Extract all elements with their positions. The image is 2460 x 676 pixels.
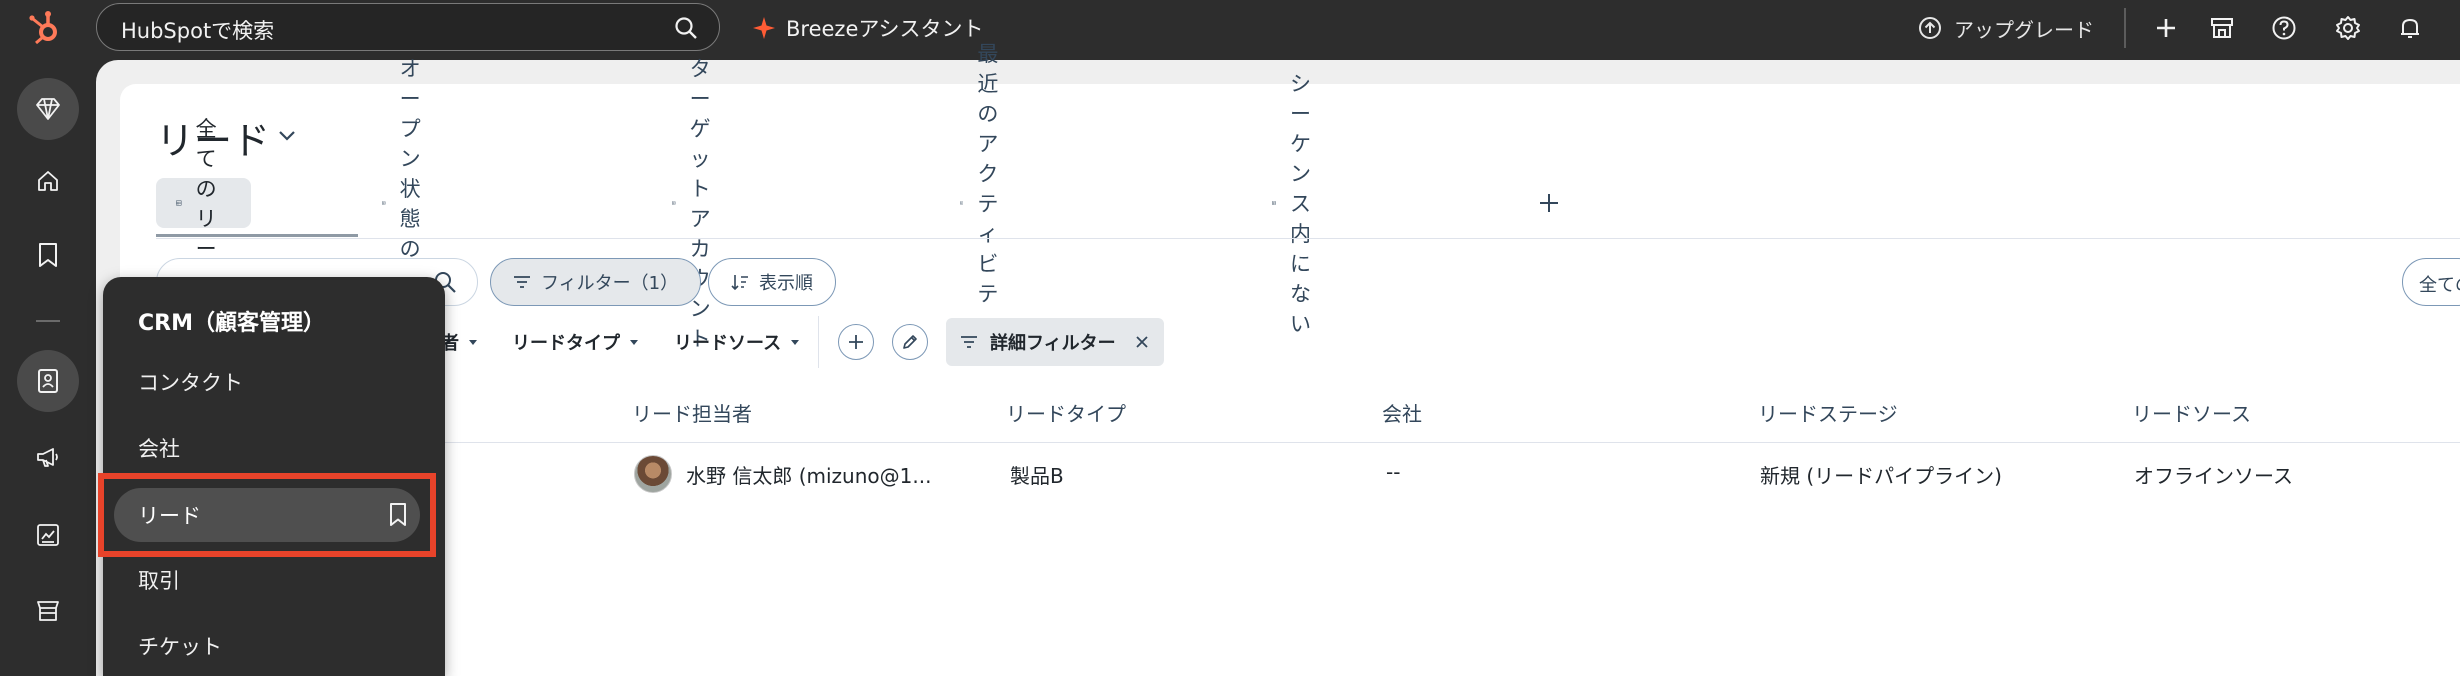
breeze-sparkle-icon [753, 17, 775, 39]
bookmark-icon [39, 243, 57, 267]
flyout-item-tickets[interactable]: チケット [138, 631, 222, 661]
reports-icon [37, 524, 59, 546]
flyout-item-leads-label: リード [138, 504, 201, 528]
advanced-filter-chip[interactable]: 詳細フィルター [946, 318, 1164, 366]
table-row-company: -- [1386, 460, 1401, 484]
breeze-assistant-button[interactable]: Breezeアシスタント [752, 12, 984, 44]
table-view-icon [672, 201, 676, 205]
rail-bookmarks-button[interactable] [17, 224, 79, 286]
flyout-item-contacts[interactable]: コンタクト [138, 367, 243, 397]
flyout-title: CRM（顧客管理） [138, 311, 325, 336]
column-header-lead-owner[interactable]: リード担当者 [632, 398, 752, 427]
left-navigation-rail [0, 56, 96, 676]
chevron-down-icon[interactable] [276, 124, 298, 146]
all-dropdown-button[interactable]: 全ての [2402, 258, 2460, 306]
filter-button[interactable]: フィルター（1） [490, 258, 702, 306]
column-header-lead-stage[interactable]: リードステージ [1758, 398, 1898, 427]
table-row-lead-type: 製品B [1010, 464, 1064, 488]
notifications-icon[interactable] [2394, 12, 2426, 44]
marketing-megaphone-icon [37, 448, 58, 467]
sort-button[interactable]: 表示順 [708, 258, 836, 306]
rail-diamond-button[interactable] [17, 78, 79, 140]
global-search-input[interactable]: HubSpotで検索 [96, 3, 720, 51]
table-view-icon [1272, 201, 1276, 205]
table-header-divider [120, 442, 2460, 443]
edit-filters-button[interactable] [892, 324, 928, 360]
upgrade-arrow-icon [1919, 17, 1941, 39]
filter-lines-icon [961, 336, 977, 348]
tab-target-accounts[interactable]: ターゲットアカウント [652, 57, 747, 351]
commerce-icon [37, 601, 59, 621]
caret-down-icon [630, 339, 638, 345]
owner-name: 水野 信太郎 (mizuno@1... [686, 463, 932, 488]
lead-source-filter-dropdown[interactable]: リードソース [674, 328, 800, 356]
sort-icon [731, 275, 748, 291]
home-icon [38, 171, 58, 191]
filter-lines-icon [514, 276, 530, 288]
diamond-icon [36, 98, 60, 120]
pencil-icon [903, 335, 917, 349]
rail-reports-button[interactable] [17, 504, 79, 566]
flyout-item-companies[interactable]: 会社 [138, 433, 180, 463]
help-icon[interactable] [2268, 12, 2300, 44]
lead-type-filter-dropdown[interactable]: リードタイプ [512, 328, 638, 356]
tab-label: ターゲットアカウント [689, 57, 711, 351]
top-navigation-bar: HubSpotで検索 Breezeアシスタント アップグレード [0, 0, 2460, 56]
global-search-placeholder: HubSpotで検索 [121, 19, 275, 43]
active-tab-indicator [156, 234, 358, 237]
column-header-lead-source[interactable]: リードソース [2132, 398, 2251, 427]
rail-commerce-button[interactable] [17, 580, 79, 642]
lead-type-filter-label: リードタイプ [512, 333, 620, 354]
filter-row-separator [818, 316, 819, 368]
add-filter-button[interactable] [838, 324, 874, 360]
table-view-icon [382, 201, 386, 205]
topbar-divider [2124, 8, 2126, 48]
advanced-filter-label: 詳細フィルター [990, 333, 1116, 354]
marketplace-icon[interactable] [2206, 12, 2238, 44]
table-row-lead-source: オフラインソース [2134, 464, 2293, 488]
plus-icon[interactable] [2150, 12, 2182, 44]
crm-contacts-icon [38, 369, 58, 393]
tab-open-leads[interactable]: オープン状態のリード [362, 57, 457, 351]
upgrade-button[interactable]: アップグレード [1918, 12, 2094, 44]
flyout-item-deals[interactable]: 取引 [138, 565, 180, 595]
close-icon[interactable] [1134, 334, 1150, 350]
hubspot-logo-icon[interactable] [24, 8, 64, 48]
all-dropdown-label: 全ての [2419, 275, 2460, 296]
tab-label: シーケンス内にない [1289, 72, 1311, 336]
table-view-icon [960, 201, 964, 205]
caret-down-icon [791, 339, 800, 345]
settings-icon[interactable] [2332, 12, 2364, 44]
rail-marketing-button[interactable] [17, 426, 79, 488]
filter-label: フィルター（1） [541, 273, 679, 294]
breeze-assistant-label: Breezeアシスタント [786, 17, 984, 41]
owner-filter-dropdown[interactable]: 者 [441, 328, 477, 356]
tab-not-in-sequence[interactable]: シーケンス内にない [1252, 72, 1347, 336]
table-row-owner-cell[interactable]: 水野 信太郎 (mizuno@1... [634, 455, 931, 493]
tab-all-leads[interactable]: 全てのリード [156, 117, 251, 291]
table-row-lead-stage: 新規 (リードパイプライン) [1760, 464, 2002, 488]
avatar [634, 455, 672, 493]
tab-recent-activity[interactable]: 最近のアクティビティー [940, 42, 1035, 366]
bookmark-icon[interactable] [388, 502, 408, 528]
column-header-company[interactable]: 会社 [1382, 398, 1422, 427]
rail-separator [36, 320, 60, 322]
lead-source-filter-label: リードソース [674, 333, 782, 354]
table-view-icon [176, 200, 182, 206]
sort-label: 表示順 [759, 273, 813, 294]
caret-down-icon [469, 339, 477, 345]
column-header-lead-type[interactable]: リードタイプ [1006, 398, 1126, 427]
plus-icon [849, 335, 863, 349]
tabs-divider [156, 238, 2460, 239]
add-view-plus-icon[interactable] [1536, 190, 1562, 216]
rail-home-button[interactable] [17, 150, 79, 212]
search-icon[interactable] [673, 15, 699, 41]
rail-crm-button[interactable] [17, 350, 79, 412]
upgrade-label: アップグレード [1954, 17, 2094, 42]
